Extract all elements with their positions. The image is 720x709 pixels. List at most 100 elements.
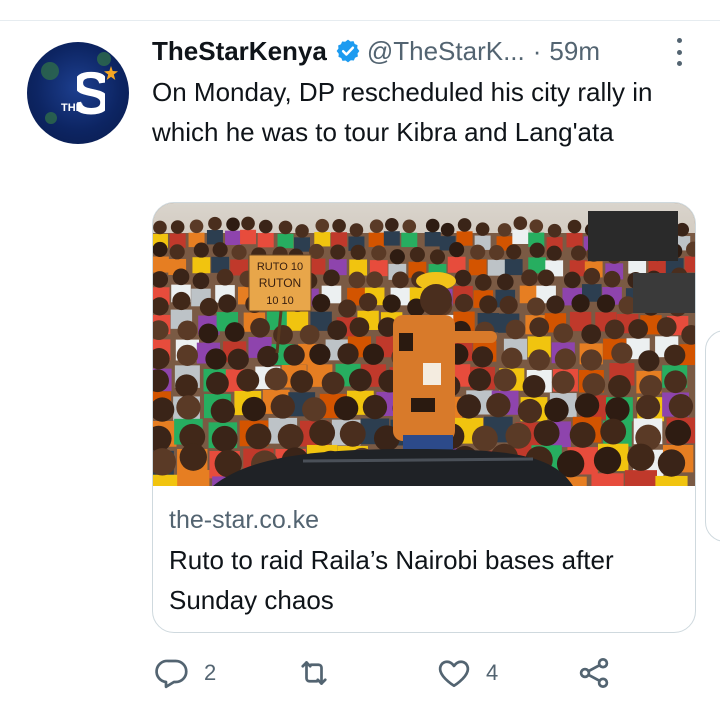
share-icon <box>579 658 609 688</box>
crowd-person-head <box>499 295 518 315</box>
crowd-person-body <box>624 470 657 486</box>
more-options-icon[interactable] <box>672 38 686 66</box>
crowd-person-body <box>225 230 242 246</box>
display-name[interactable]: TheStarKenya <box>152 36 327 67</box>
link-card[interactable]: RUTO 10 RUTON 10 10 the-star.co.ke Ruto … <box>152 202 696 633</box>
crowd-person-head <box>170 220 185 234</box>
crowd-person-head <box>571 294 590 313</box>
timestamp[interactable]: 59m <box>549 36 600 67</box>
separator-dot: · <box>532 35 542 66</box>
crowd-person-head <box>349 223 364 237</box>
crowd-person-head <box>321 371 345 395</box>
crowd-person-head <box>216 268 234 286</box>
crowd-person-head <box>665 419 692 446</box>
crowd-person-head <box>349 317 370 337</box>
crowd-person-head <box>409 247 425 263</box>
crowd-person-head <box>302 397 327 422</box>
crowd-person-head <box>172 268 190 286</box>
avatar[interactable]: S THE <box>27 42 129 144</box>
side-panel-edge <box>705 330 720 542</box>
crowd-person-head <box>177 320 198 341</box>
crowd-person-head <box>241 216 255 231</box>
crowd-person-head <box>226 217 240 232</box>
crowd-person-head <box>315 218 330 233</box>
crowd-person-head <box>470 244 486 260</box>
sign-line-3: 10 10 <box>266 295 294 307</box>
action-bar: 2 4 <box>152 650 632 696</box>
crowd-person-head <box>529 242 545 258</box>
crowd-person-head <box>153 220 167 235</box>
crowd-person-head <box>227 348 249 370</box>
retweet-icon <box>301 661 327 685</box>
crowd-person-head <box>199 297 218 317</box>
crowd-person-head <box>327 320 348 341</box>
crowd-person-head <box>339 420 366 447</box>
crowd-person-head <box>505 319 526 340</box>
crowd-person-head <box>664 370 687 394</box>
crowd-person-head <box>506 244 522 260</box>
crowd-person-head <box>241 396 267 422</box>
tweet-header: TheStarKenya @TheStarK... · 59m <box>152 33 692 69</box>
like-button[interactable]: 4 <box>436 650 498 696</box>
crowd-person-head <box>172 291 191 311</box>
crowd-person-body <box>240 229 257 245</box>
crowd-person-head <box>611 342 633 364</box>
crowd-person-head <box>245 423 272 450</box>
crowd-person-head <box>278 220 293 235</box>
crowd-person-head <box>250 317 270 338</box>
crowd-person-body <box>368 232 385 248</box>
crowd-person-head <box>198 323 219 344</box>
crowd-person-body <box>153 256 169 273</box>
crowd-person-head <box>547 223 562 238</box>
crowd-person-head <box>468 368 492 392</box>
crowd-person-head <box>600 418 627 445</box>
crowd-person-head <box>605 397 630 422</box>
card-title: Ruto to raid Raila’s Nairobi bases after… <box>169 545 614 615</box>
crowd-person-body <box>684 256 695 273</box>
crowd-person-head <box>668 393 694 419</box>
crowd-person-head <box>454 293 474 313</box>
reply-button[interactable]: 2 <box>154 650 216 696</box>
crowd-person-head <box>189 219 204 234</box>
crowd-person-head <box>270 394 295 419</box>
crowd-person-head <box>264 367 288 391</box>
crowd-person-head <box>309 419 336 446</box>
crowd-person-head <box>258 219 273 234</box>
crowd-person-head <box>277 423 304 450</box>
share-button[interactable] <box>576 650 612 696</box>
crowd-person-head <box>323 269 340 287</box>
crowd-person-head <box>546 245 562 261</box>
handle[interactable]: @TheStarK... <box>367 36 525 67</box>
crowd-person-body <box>424 231 441 247</box>
crowd-person-head <box>362 343 385 365</box>
crowd-person-head <box>338 299 357 318</box>
crowd-person-head <box>299 324 320 345</box>
retweet-button[interactable] <box>296 650 346 696</box>
crowd-person-head <box>257 345 279 368</box>
crowd-person-head <box>529 317 550 337</box>
crowd-photo: RUTO 10 RUTON 10 10 <box>153 203 695 486</box>
crowd-person-head <box>385 217 399 232</box>
crowd-person-head <box>440 222 455 237</box>
crowd-person-body <box>153 474 179 486</box>
crowd-person-head <box>582 373 606 396</box>
crowd-person-head <box>489 244 505 261</box>
crowd-person-head <box>593 446 622 475</box>
star-logo-icon: S <box>77 62 105 124</box>
crowd-person-head <box>664 344 686 366</box>
crowd-person-head <box>205 348 227 370</box>
crowd-person-body <box>487 259 506 276</box>
crowd-person-head <box>330 244 346 260</box>
crowd-person-head <box>369 219 384 234</box>
crowd-person-body <box>655 475 688 486</box>
crowd-person-head <box>371 245 387 261</box>
sign-line-2: RUTON <box>259 276 301 290</box>
crowd-person-head <box>362 394 388 420</box>
card-image[interactable]: RUTO 10 RUTON 10 10 <box>153 203 695 486</box>
card-domain: the-star.co.ke <box>169 506 320 534</box>
crowd-person-head <box>604 319 625 340</box>
crowd-person-head <box>471 346 494 368</box>
crowd-person-head <box>449 242 465 258</box>
crowd-person-head <box>176 395 201 420</box>
crowd-person-head <box>554 348 577 370</box>
